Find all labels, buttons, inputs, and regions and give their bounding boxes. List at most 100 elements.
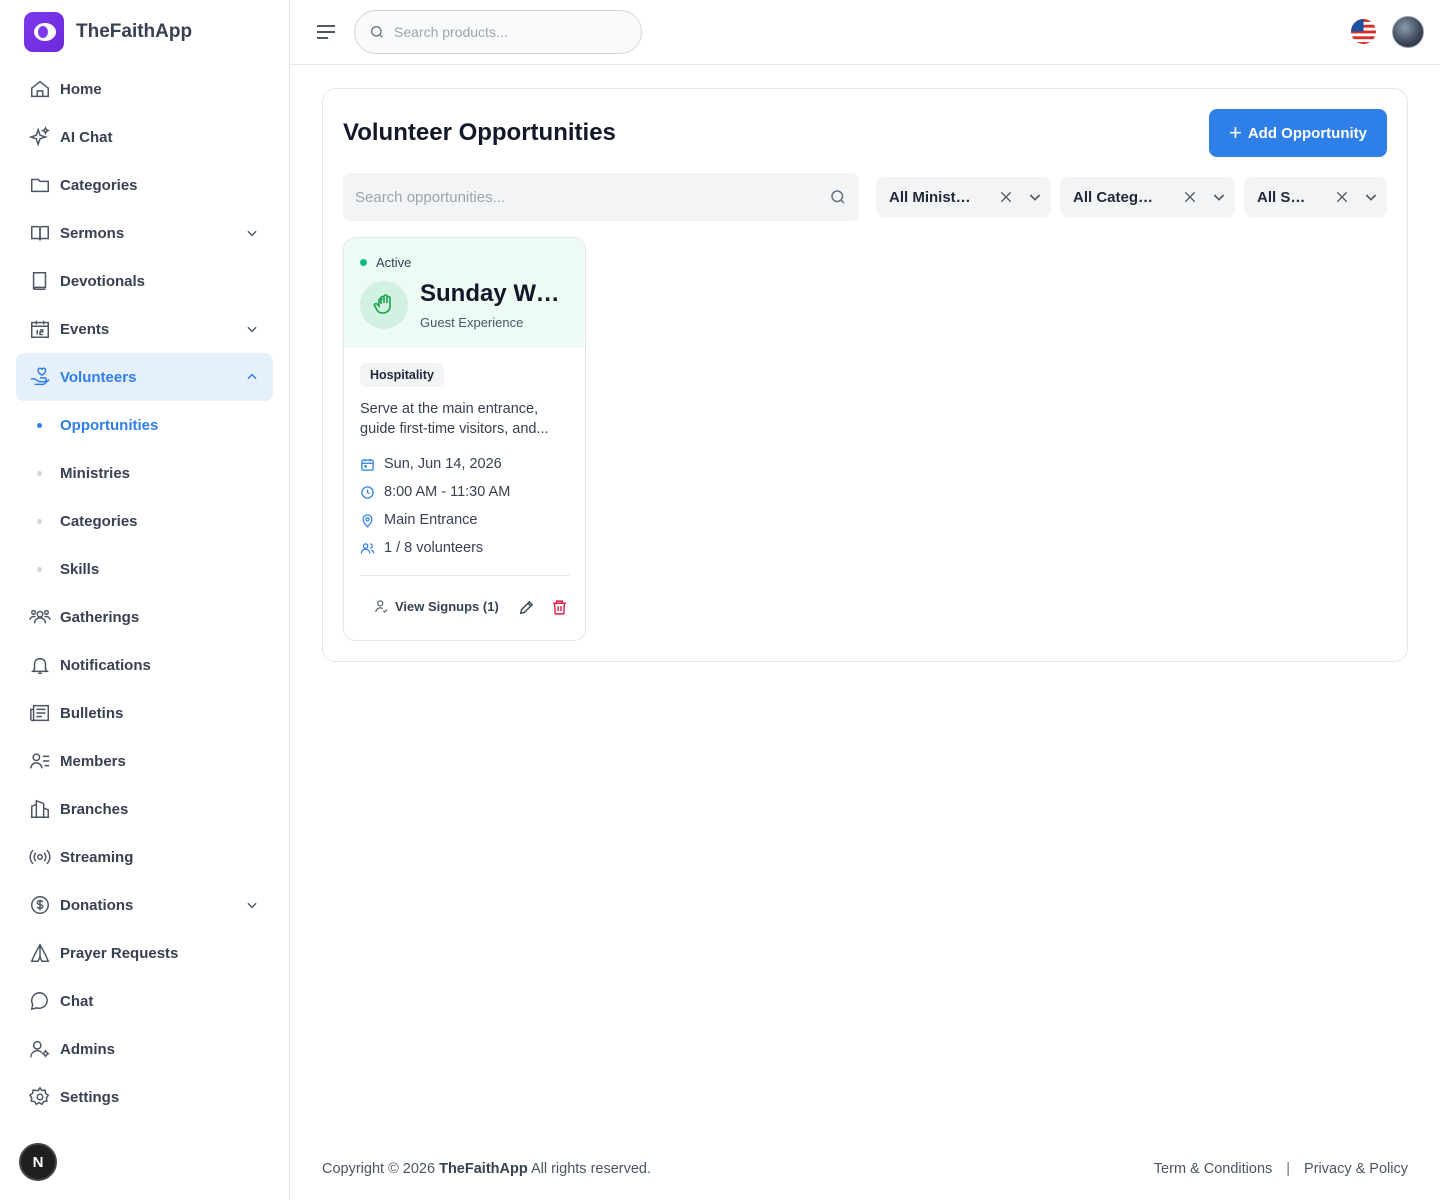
opportunity-volunteers: 1 / 8 volunteers xyxy=(360,540,483,556)
sidebar-item-volunteers[interactable]: Volunteers xyxy=(16,353,273,401)
chevron-down-icon[interactable] xyxy=(1027,189,1043,205)
bullet-dot xyxy=(37,470,42,476)
praying-hands-icon xyxy=(28,941,52,965)
privacy-link[interactable]: Privacy & Policy xyxy=(1304,1161,1408,1177)
status-filter-value: All Statuses xyxy=(1257,188,1309,206)
chevron-up-icon xyxy=(247,373,257,380)
sidebar-item-streaming[interactable]: Streaming xyxy=(16,833,273,881)
calendar-icon xyxy=(28,317,52,341)
folder-icon xyxy=(28,173,52,197)
book-icon xyxy=(28,269,52,293)
status-badge: Active xyxy=(360,255,411,270)
dollar-circle-icon xyxy=(28,893,52,917)
category-tag: Hospitality xyxy=(360,363,444,387)
sidebar-item-donations[interactable]: Donations xyxy=(16,881,273,929)
sidebar-item-categories[interactable]: Categories xyxy=(16,161,273,209)
opportunity-search[interactable] xyxy=(343,173,859,221)
footer-brand: TheFaithApp xyxy=(439,1161,528,1177)
footer-separator: | xyxy=(1286,1161,1291,1177)
footer-links: Term & Conditions | Privacy & Policy xyxy=(1154,1161,1408,1177)
sidebar-subitem-skills[interactable]: Skills xyxy=(16,545,273,593)
sidebar-item-admins[interactable]: Admins xyxy=(16,1025,273,1073)
terms-link[interactable]: Term & Conditions xyxy=(1154,1161,1272,1177)
clear-icon[interactable] xyxy=(1334,189,1350,205)
opportunity-description: Serve at the main entrance, guide first-… xyxy=(360,401,549,437)
status-filter[interactable]: All Statuses xyxy=(1244,177,1387,217)
chevron-down-icon xyxy=(247,326,257,333)
opportunity-card[interactable]: Active Sunday Welcome Team Guest Experie… xyxy=(343,237,586,641)
calendar-icon xyxy=(361,458,374,471)
sidebar-subitem-ministries[interactable]: Ministries xyxy=(16,449,273,497)
hand-heart-icon xyxy=(28,365,52,389)
building-icon xyxy=(28,797,52,821)
newspaper-icon xyxy=(28,701,52,725)
sidebar-item-notifications[interactable]: Notifications xyxy=(16,641,273,689)
user-check-icon xyxy=(375,600,388,613)
clear-icon[interactable] xyxy=(998,189,1014,205)
status-dot xyxy=(360,259,367,266)
opportunity-search-input[interactable] xyxy=(355,188,829,206)
map-pin-icon xyxy=(362,513,373,528)
sidebar: TheFaithApp Home AI Chat Categories Serm… xyxy=(0,0,290,1200)
sidebar-item-bulletins[interactable]: Bulletins xyxy=(16,689,273,737)
search-input[interactable] xyxy=(394,24,624,40)
nextjs-badge[interactable]: N xyxy=(19,1143,57,1181)
delete-trash-icon[interactable] xyxy=(551,599,568,616)
view-signups-button[interactable]: View Signups (1) xyxy=(374,599,499,614)
user-avatar[interactable] xyxy=(1392,16,1424,48)
opportunity-ministry: Guest Experience xyxy=(420,315,524,330)
chat-bubble-icon xyxy=(28,989,52,1013)
bullet-dot xyxy=(37,518,42,524)
bell-icon xyxy=(28,653,52,677)
add-opportunity-label: Add Opportunity xyxy=(1247,124,1367,142)
sidebar-item-prayer-requests[interactable]: Prayer Requests xyxy=(16,929,273,977)
ministry-filter[interactable]: All Ministries xyxy=(876,177,1051,217)
chevron-down-icon xyxy=(247,902,257,909)
search-icon xyxy=(371,26,383,38)
sidebar-item-events[interactable]: Events xyxy=(16,305,273,353)
sidebar-item-gatherings[interactable]: Gatherings xyxy=(16,593,273,641)
sidebar-nav: Home AI Chat Categories Sermons Devotion… xyxy=(16,65,273,1121)
sidebar-item-devotionals[interactable]: Devotionals xyxy=(16,257,273,305)
product-search[interactable] xyxy=(354,10,642,54)
edit-pencil-icon[interactable] xyxy=(518,599,535,616)
menu-toggle-icon[interactable] xyxy=(316,22,336,42)
chevron-down-icon xyxy=(247,230,257,237)
sidebar-item-branches[interactable]: Branches xyxy=(16,785,273,833)
add-opportunity-button[interactable]: + Add Opportunity xyxy=(1209,109,1387,157)
category-filter[interactable]: All Categories xyxy=(1060,177,1235,217)
user-gear-icon xyxy=(28,1037,52,1061)
sidebar-subitem-opportunities[interactable]: Opportunities xyxy=(16,401,273,449)
sidebar-item-members[interactable]: Members xyxy=(16,737,273,785)
clock-icon xyxy=(361,485,374,499)
sidebar-subitem-categories[interactable]: Categories xyxy=(16,497,273,545)
opportunity-location: Main Entrance xyxy=(360,512,478,528)
brand[interactable]: TheFaithApp xyxy=(24,12,192,52)
language-flag-icon[interactable] xyxy=(1351,19,1376,44)
sidebar-item-settings[interactable]: Settings xyxy=(16,1073,273,1121)
clear-icon[interactable] xyxy=(1182,189,1198,205)
sidebar-item-home[interactable]: Home xyxy=(16,65,273,113)
sparkles-icon xyxy=(28,125,52,149)
opportunities-panel: Volunteer Opportunities + Add Opportunit… xyxy=(322,88,1408,662)
chevron-down-icon[interactable] xyxy=(1211,189,1227,205)
plus-icon: + xyxy=(1228,120,1242,145)
broadcast-icon xyxy=(28,845,52,869)
card-divider xyxy=(360,575,570,576)
gear-icon xyxy=(28,1085,52,1109)
sidebar-item-sermons[interactable]: Sermons xyxy=(16,209,273,257)
sidebar-item-ai-chat[interactable]: AI Chat xyxy=(16,113,273,161)
app-name: TheFaithApp xyxy=(76,21,193,42)
ministry-filter-value: All Ministries xyxy=(889,188,975,206)
opportunity-date: Sun, Jun 14, 2026 xyxy=(360,456,502,472)
opportunity-time: 8:00 AM - 11:30 AM xyxy=(360,484,510,500)
users-group-icon xyxy=(28,605,52,629)
sidebar-item-chat[interactable]: Chat xyxy=(16,977,273,1025)
status-text: Active xyxy=(376,255,412,270)
opportunity-title: Sunday Welcome Team xyxy=(420,280,570,307)
page-title: Volunteer Opportunities xyxy=(343,119,616,146)
chevron-down-icon[interactable] xyxy=(1363,189,1379,205)
bullet-dot xyxy=(37,422,42,428)
search-icon xyxy=(831,190,845,204)
topbar xyxy=(290,0,1440,65)
